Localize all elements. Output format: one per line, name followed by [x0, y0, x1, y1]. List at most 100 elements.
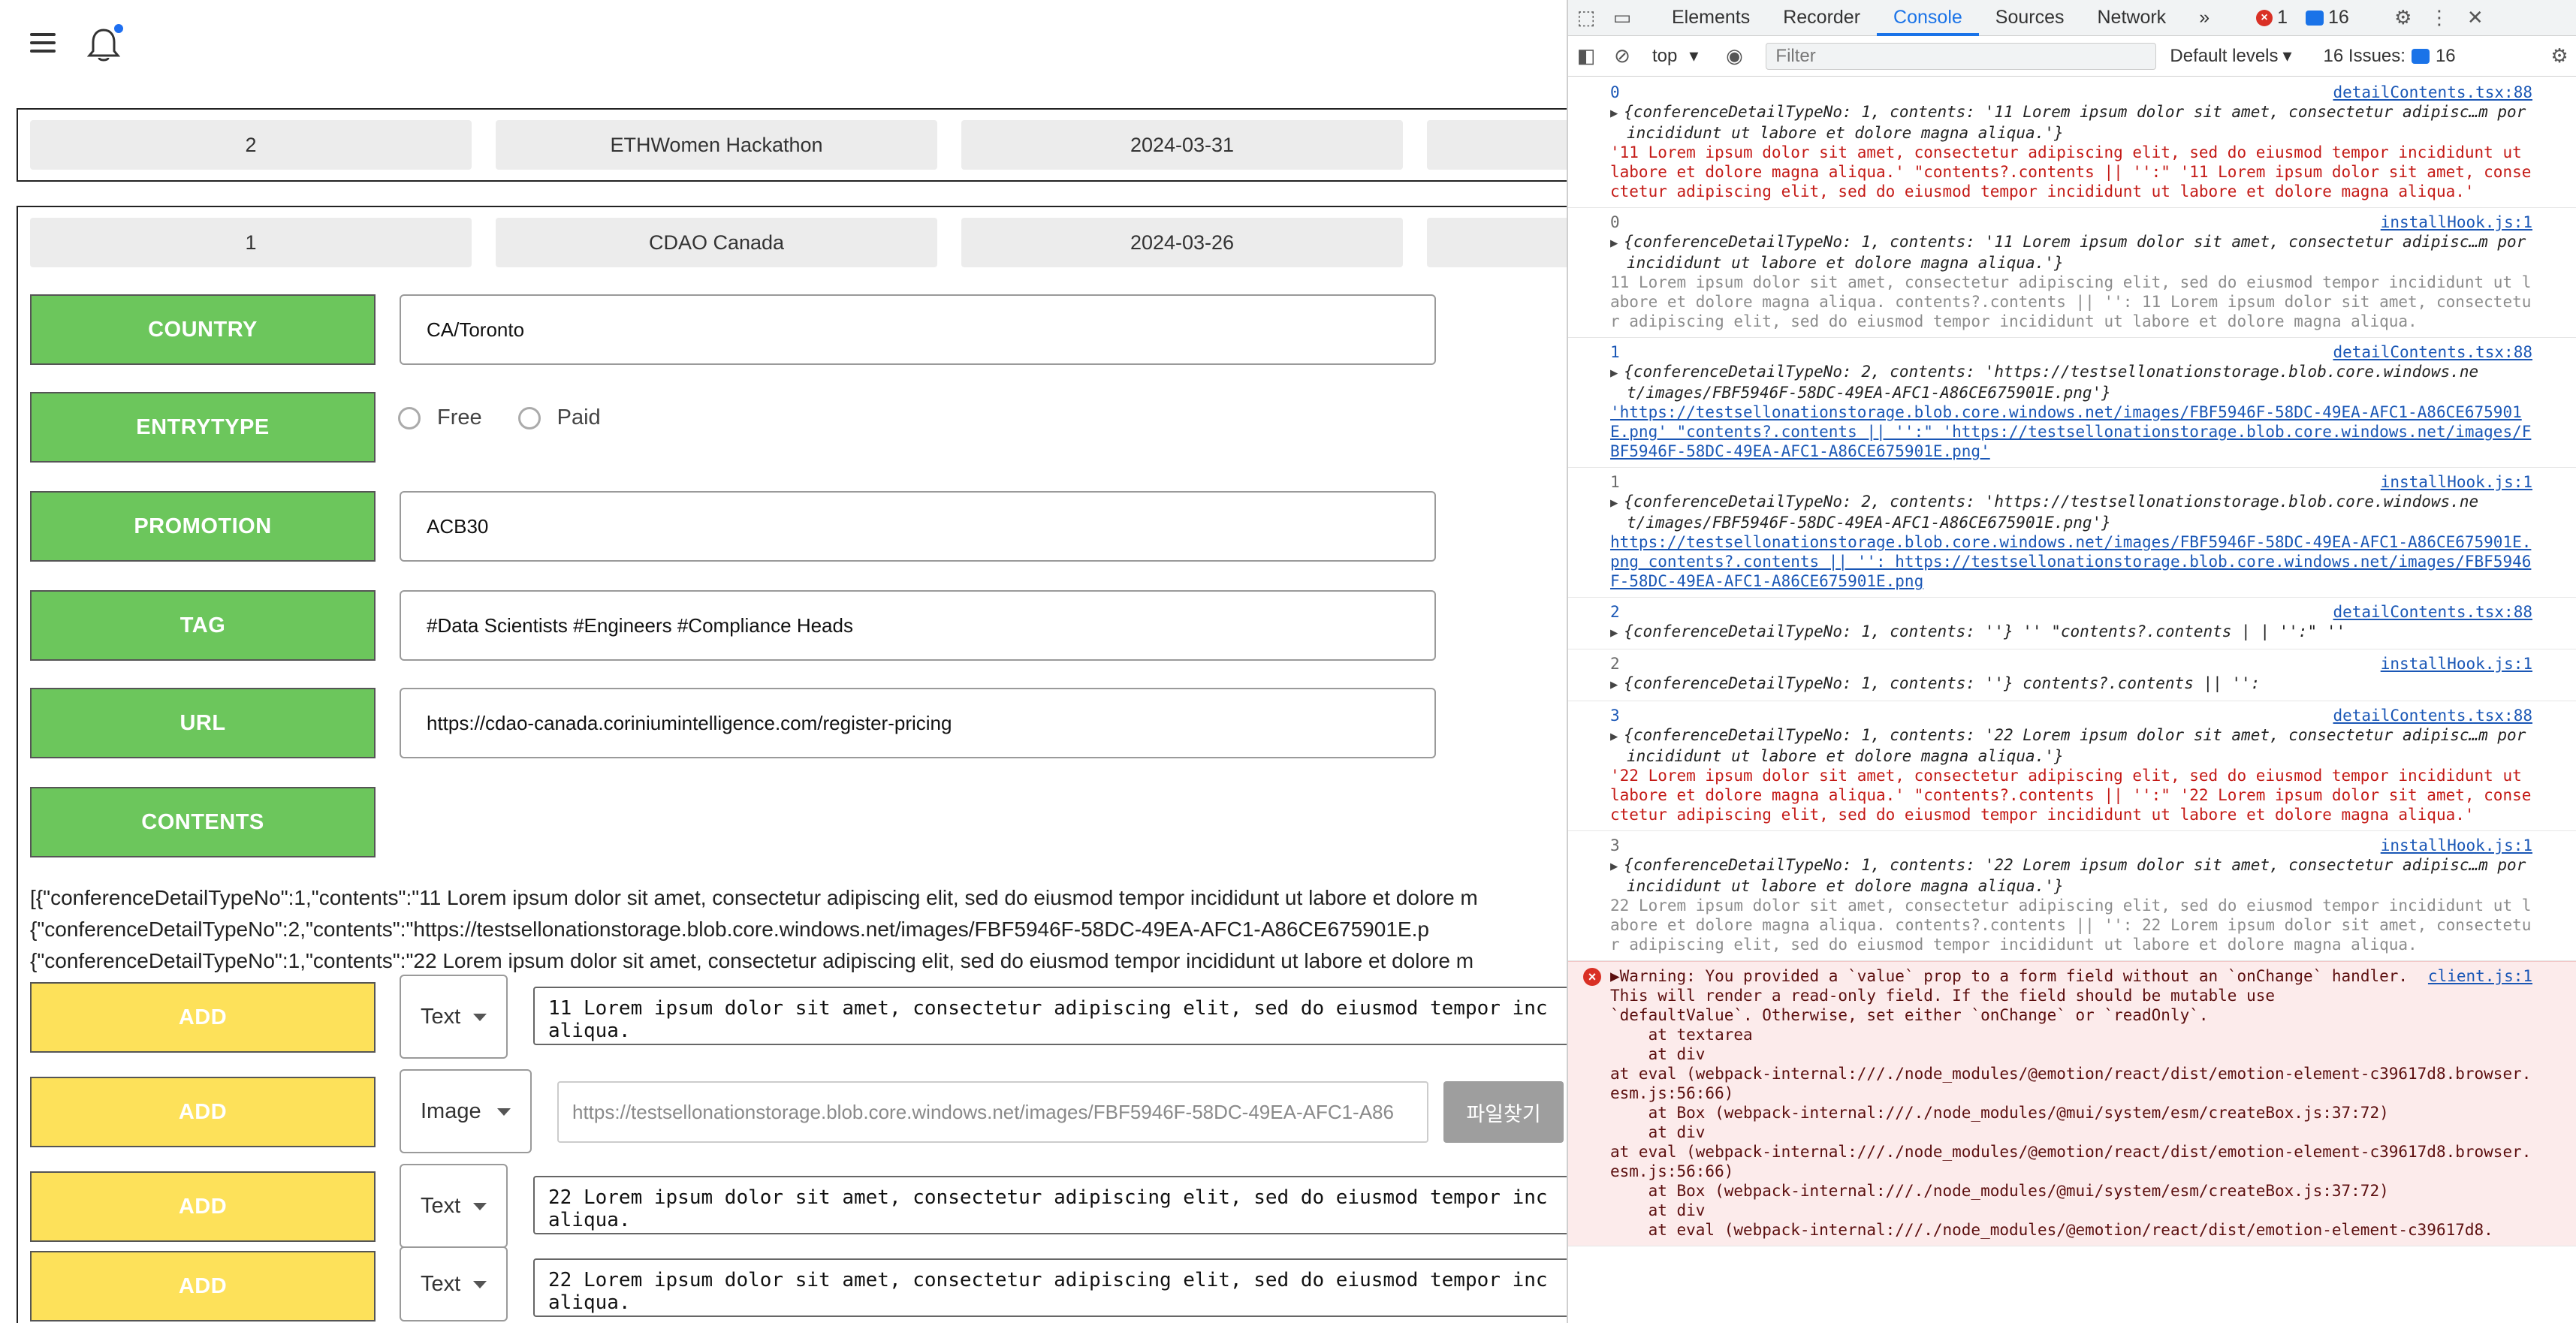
type-select[interactable]: Text: [400, 975, 508, 1059]
stack-line: at textarea: [1610, 1026, 1753, 1044]
console-settings-gear-icon[interactable]: ⚙: [2541, 38, 2576, 74]
expand-triangle-icon[interactable]: ▶: [1610, 729, 1618, 744]
url-field[interactable]: https://cdao-canada.coriniumintelligence…: [400, 688, 1436, 758]
close-icon[interactable]: ✕: [2457, 0, 2493, 36]
log-object[interactable]: ▶ {conferenceDetailTypeNo: 1, contents: '…: [1610, 855, 2532, 896]
log-string: 11 Lorem ipsum dolor sit amet, consectet…: [1610, 273, 2532, 330]
tab-recorder[interactable]: Recorder: [1766, 0, 1877, 36]
console-entry[interactable]: 3 detailContents.tsx:88 ▶ {conferenceDeta…: [1568, 701, 2576, 831]
stack-line: at div: [1610, 1201, 1706, 1219]
image-url-field[interactable]: https://testsellonationstorage.blob.core…: [557, 1081, 1428, 1143]
cell-date: 2024-03-26: [961, 218, 1403, 267]
console-filter-input[interactable]: Filter: [1766, 42, 2157, 70]
source-link[interactable]: installHook.js:1: [2381, 654, 2532, 674]
chevron-down-icon: ▾: [1689, 46, 1699, 66]
log-levels-select[interactable]: Default levels ▾: [2170, 45, 2291, 67]
conference-row-2[interactable]: 2 ETHWomen Hackathon 2024-03-31: [17, 108, 1567, 182]
entrytype-free-option[interactable]: Free: [398, 405, 482, 430]
stack-line[interactable]: at Box (webpack-internal:///./node_modul…: [1610, 1103, 2532, 1123]
tab-network[interactable]: Network: [2081, 0, 2183, 36]
more-options-icon[interactable]: ⋮: [2421, 0, 2457, 36]
error-counter[interactable]: × 1 16: [2256, 7, 2349, 29]
contents-textarea[interactable]: 22 Lorem ipsum dolor sit amet, consectet…: [533, 1176, 1567, 1234]
log-object[interactable]: ▶ {conferenceDetailTypeNo: 2, contents: '…: [1610, 362, 2532, 402]
log-string[interactable]: 'https://testsellonationstorage.blob.cor…: [1610, 402, 2532, 461]
entrytype-label: ENTRYTYPE: [30, 392, 376, 463]
context-select[interactable]: top ▾: [1652, 45, 1698, 67]
add-button[interactable]: ADD: [30, 982, 376, 1053]
promotion-field[interactable]: ACB30: [400, 491, 1436, 562]
expand-triangle-icon[interactable]: ▶: [1610, 859, 1618, 874]
chevron-down-icon: ▾: [2282, 46, 2292, 66]
log-object[interactable]: ▶ {conferenceDetailTypeNo: 1, contents: '…: [1610, 725, 2532, 766]
live-expression-eye-icon[interactable]: ◉: [1716, 38, 1752, 74]
expand-triangle-icon[interactable]: ▶: [1610, 106, 1618, 121]
type-select[interactable]: Text: [400, 1246, 508, 1321]
log-string[interactable]: https://testsellonationstorage.blob.core…: [1610, 532, 2532, 591]
menu-icon[interactable]: [30, 33, 56, 53]
add-button[interactable]: ADD: [30, 1251, 376, 1321]
expand-triangle-icon[interactable]: ▶: [1610, 366, 1618, 381]
type-select[interactable]: Text: [400, 1164, 508, 1248]
source-link[interactable]: client.js:1: [2428, 966, 2532, 986]
expand-triangle-icon[interactable]: ▶: [1610, 677, 1618, 692]
console-entry[interactable]: 0 installHook.js:1 ▶ {conferenceDetailTyp…: [1568, 208, 2576, 338]
inspect-element-icon[interactable]: ⬚: [1568, 0, 1604, 36]
console-entry[interactable]: 2 detailContents.tsx:88 ▶ {conferenceDeta…: [1568, 598, 2576, 649]
log-object[interactable]: ▶ {conferenceDetailTypeNo: 1, contents: '…: [1610, 622, 2532, 643]
contents-label: CONTENTS: [30, 787, 376, 857]
chevron-down-icon: [473, 1203, 487, 1210]
stack-line[interactable]: at eval (webpack-internal:///./node_modu…: [1610, 1064, 2532, 1103]
source-link[interactable]: detailContents.tsx:88: [2333, 602, 2532, 622]
source-link[interactable]: detailContents.tsx:88: [2333, 83, 2532, 102]
stack-line[interactable]: at Box (webpack-internal:///./node_modul…: [1610, 1181, 2532, 1201]
log-levels-value: Default levels: [2170, 45, 2279, 66]
console-entry[interactable]: 1 detailContents.tsx:88 ▶ {conferenceDeta…: [1568, 338, 2576, 468]
stack-line[interactable]: at eval (webpack-internal:///./node_modu…: [1610, 1142, 2532, 1181]
source-link[interactable]: installHook.js:1: [2381, 472, 2532, 492]
device-toolbar-icon[interactable]: ▭: [1604, 0, 1640, 36]
add-button[interactable]: ADD: [30, 1171, 376, 1242]
issues-counter[interactable]: 16 Issues: 16: [2324, 46, 2456, 67]
source-link[interactable]: detailContents.tsx:88: [2333, 706, 2532, 725]
type-select[interactable]: Image: [400, 1069, 532, 1153]
sidebar-toggle-icon[interactable]: ◧: [1568, 38, 1604, 74]
expand-triangle-icon[interactable]: ▶: [1610, 236, 1618, 251]
log-object[interactable]: ▶ {conferenceDetailTypeNo: 1, contents: '…: [1610, 232, 2532, 273]
expand-triangle-icon[interactable]: ▶: [1610, 967, 1620, 985]
cell-number: 2: [30, 120, 472, 170]
stack-line: at div: [1610, 1045, 1706, 1063]
log-object[interactable]: ▶ {conferenceDetailTypeNo: 1, contents: '…: [1610, 102, 2532, 143]
console-entry[interactable]: 1 installHook.js:1 ▶ {conferenceDetailTyp…: [1568, 468, 2576, 598]
entrytype-paid-option[interactable]: Paid: [517, 405, 601, 430]
log-object[interactable]: ▶ {conferenceDetailTypeNo: 1, contents: '…: [1610, 674, 2532, 695]
source-link[interactable]: installHook.js:1: [2381, 836, 2532, 855]
source-link[interactable]: detailContents.tsx:88: [2333, 342, 2532, 362]
tab-console[interactable]: Console: [1877, 0, 1979, 36]
contents-textarea[interactable]: 22 Lorem ipsum dolor sit amet, consectet…: [533, 1258, 1567, 1317]
radio-paid[interactable]: [517, 406, 541, 429]
expand-triangle-icon[interactable]: ▶: [1610, 625, 1618, 640]
stack-line[interactable]: at eval (webpack-internal:///./node_modu…: [1610, 1220, 2532, 1240]
country-field[interactable]: CA/Toronto: [400, 294, 1436, 365]
add-button[interactable]: ADD: [30, 1077, 376, 1147]
console-warning[interactable]: × client.js:1 ▶Warning: You provided a `…: [1568, 961, 2576, 1246]
contents-textarea[interactable]: 11 Lorem ipsum dolor sit amet, consectet…: [533, 987, 1567, 1045]
console-entry[interactable]: 2 installHook.js:1 ▶ {conferenceDetailTyp…: [1568, 649, 2576, 701]
clear-console-icon[interactable]: ⊘: [1604, 38, 1640, 74]
source-link[interactable]: installHook.js:1: [2381, 212, 2532, 232]
tab-sources[interactable]: Sources: [1979, 0, 2081, 36]
tab-elements[interactable]: Elements: [1655, 0, 1766, 36]
console-entry[interactable]: 3 installHook.js:1 ▶ {conferenceDetailTyp…: [1568, 831, 2576, 961]
settings-gear-icon[interactable]: ⚙: [2385, 0, 2421, 36]
file-browse-button[interactable]: 파일찾기: [1443, 1081, 1564, 1143]
console-entry[interactable]: 0 detailContents.tsx:88 ▶ {conferenceDeta…: [1568, 78, 2576, 208]
log-object[interactable]: ▶ {conferenceDetailTypeNo: 2, contents: '…: [1610, 492, 2532, 532]
tag-field[interactable]: #Data Scientists #Engineers #Compliance …: [400, 590, 1436, 661]
object-text: {conferenceDetailTypeNo: 1, contents: '1…: [1624, 233, 2526, 272]
expand-triangle-icon[interactable]: ▶: [1610, 496, 1618, 511]
more-tabs-icon[interactable]: »: [2182, 0, 2226, 36]
contents-json-line: {"conferenceDetailTypeNo":1,"contents":"…: [30, 949, 1474, 972]
warning-text[interactable]: ▶Warning: You provided a `value` prop to…: [1610, 966, 2532, 1025]
radio-free[interactable]: [398, 406, 421, 429]
